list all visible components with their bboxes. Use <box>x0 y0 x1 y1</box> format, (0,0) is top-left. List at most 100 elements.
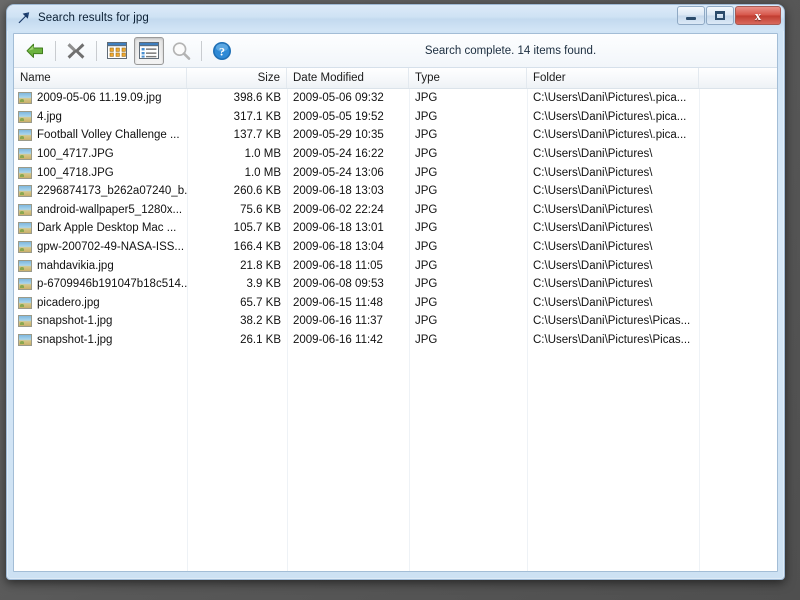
cell-folder: C:\Users\Dani\Pictures\Picas... <box>533 334 691 347</box>
cell-folder: C:\Users\Dani\Pictures\ <box>533 259 653 272</box>
file-list[interactable]: 2009-05-06 11.19.09.jpg 398.6 KB 2009-05-0… <box>14 89 777 571</box>
cell-name: 2009-05-06 11.19.09.jpg <box>14 89 187 108</box>
cell-size: 105.7 KB <box>233 222 281 235</box>
column-header-folder[interactable]: Folder <box>527 68 699 88</box>
maximize-icon <box>715 11 725 20</box>
toolbar: ? Search complete. 14 items found. <box>14 34 777 68</box>
image-thumbnail-icon <box>18 166 32 179</box>
toolbar-separator <box>55 40 56 61</box>
cell-date-modified: 2009-06-18 13:04 <box>293 241 384 254</box>
cell-type: JPG <box>415 259 438 272</box>
table-row[interactable]: 4.jpg 317.1 KB 2009-05-05 19:52 JPG C:\Users… <box>14 108 777 127</box>
table-row[interactable]: p-6709946b191047b18c514... 3.9 KB 2009-06-… <box>14 275 777 294</box>
cell-name: 2296874173_b262a07240_b... <box>14 182 187 201</box>
cell-folder: C:\Users\Dani\Pictures\ <box>533 148 653 161</box>
cell-size: 3.9 KB <box>246 278 281 291</box>
table-row[interactable]: snapshot-1.jpg 26.1 KB 2009-06-16 11:42 JPG… <box>14 331 777 350</box>
cell-extra <box>699 145 777 164</box>
table-row[interactable]: picadero.jpg 65.7 KB 2009-06-15 11:48 JPG C:… <box>14 294 777 313</box>
list-view-icon <box>139 42 159 59</box>
cell-type: JPG <box>415 185 438 198</box>
cell-folder: C:\Users\Dani\Pictures\ <box>533 241 653 254</box>
cell-date-modified: 2009-05-05 19:52 <box>293 110 384 123</box>
column-header-extra[interactable] <box>699 68 777 88</box>
stop-button[interactable] <box>61 37 91 65</box>
magnifier-search-icon <box>172 41 191 60</box>
image-thumbnail-icon <box>18 148 32 161</box>
table-row[interactable]: android-wallpaper5_1280x... 75.6 KB 2009-0… <box>14 201 777 220</box>
cell-size: 38.2 KB <box>240 315 281 328</box>
cell-date-modified: 2009-06-02 22:24 <box>293 203 384 216</box>
cell-folder: C:\Users\Dani\Pictures\Picas... <box>533 315 691 328</box>
table-row[interactable]: Dark Apple Desktop Mac ... 105.7 KB 2009-0… <box>14 219 777 238</box>
back-button[interactable] <box>20 37 50 65</box>
cell-size: 260.6 KB <box>233 185 281 198</box>
table-row[interactable]: 2009-05-06 11.19.09.jpg 398.6 KB 2009-05-0… <box>14 89 777 108</box>
file-name-label: mahdavikia.jpg <box>37 259 114 272</box>
cell-name: 100_4718.JPG <box>14 163 187 182</box>
table-row[interactable]: mahdavikia.jpg 21.8 KB 2009-06-18 11:05 JPG… <box>14 256 777 275</box>
svg-text:?: ? <box>219 44 225 58</box>
cell-date-modified: 2009-06-16 11:37 <box>293 315 383 328</box>
image-thumbnail-icon <box>18 129 32 142</box>
cell-date-modified: 2009-06-16 11:42 <box>293 334 383 347</box>
cell-folder: C:\Users\Dani\Pictures\ <box>533 278 653 291</box>
image-thumbnail-icon <box>18 222 32 235</box>
file-name-label: Dark Apple Desktop Mac ... <box>37 222 177 235</box>
search-button[interactable] <box>166 37 196 65</box>
image-thumbnail-icon <box>18 296 32 309</box>
cell-date-modified: 2009-06-18 13:03 <box>293 185 384 198</box>
table-row[interactable]: snapshot-1.jpg 38.2 KB 2009-06-16 11:37 JPG… <box>14 312 777 331</box>
cell-size: 317.1 KB <box>233 110 281 123</box>
cell-extra <box>699 89 777 108</box>
thumbnails-view-button[interactable] <box>102 37 132 65</box>
cell-name: mahdavikia.jpg <box>14 256 187 275</box>
table-row[interactable]: gpw-200702-49-NASA-ISS... 166.4 KB 2009-06… <box>14 238 777 257</box>
close-icon: x <box>754 8 762 23</box>
cell-type: JPG <box>415 296 438 309</box>
column-header-date[interactable]: Date Modified <box>287 68 409 88</box>
cell-type: JPG <box>415 334 438 347</box>
window-controls: x <box>676 6 781 26</box>
image-thumbnail-icon <box>18 259 32 272</box>
column-header-name[interactable]: Name <box>14 68 187 88</box>
cell-type: JPG <box>415 92 438 105</box>
cell-name: Dark Apple Desktop Mac ... <box>14 219 187 238</box>
table-row[interactable]: 2296874173_b262a07240_b... 260.6 KB 2009-0… <box>14 182 777 201</box>
cell-name: 4.jpg <box>14 108 187 127</box>
cell-date-modified: 2009-06-18 13:01 <box>293 222 384 235</box>
green-back-arrow-icon <box>26 43 43 58</box>
cell-folder: C:\Users\Dani\Pictures\ <box>533 166 653 179</box>
cell-type: JPG <box>415 241 438 254</box>
gray-x-stop-icon <box>67 42 85 59</box>
close-button[interactable]: x <box>735 6 781 25</box>
file-name-label: picadero.jpg <box>37 296 100 309</box>
file-name-label: Football Volley Challenge ... <box>37 129 180 142</box>
table-row[interactable]: 100_4718.JPG 1.0 MB 2009-05-24 13:06 JPG C:\… <box>14 163 777 182</box>
cell-type: JPG <box>415 203 438 216</box>
maximize-button[interactable] <box>706 6 734 25</box>
image-thumbnail-icon <box>18 334 32 347</box>
file-name-label: 2009-05-06 11.19.09.jpg <box>37 92 162 105</box>
cell-size: 21.8 KB <box>240 259 281 272</box>
help-button[interactable]: ? <box>207 37 237 65</box>
cell-type: JPG <box>415 129 438 142</box>
cell-folder: C:\Users\Dani\Pictures\ <box>533 222 653 235</box>
cell-name: Football Volley Challenge ... <box>14 126 187 145</box>
minimize-button[interactable] <box>677 6 705 25</box>
file-name-label: p-6709946b191047b18c514... <box>37 278 187 291</box>
cell-date-modified: 2009-05-24 16:22 <box>293 148 384 161</box>
table-row[interactable]: 100_4717.JPG 1.0 MB 2009-05-24 16:22 JPG C:\… <box>14 145 777 164</box>
column-header-size[interactable]: Size <box>187 68 287 88</box>
title-bar[interactable]: Search results for jpg x <box>7 5 784 31</box>
minimize-icon <box>686 16 696 20</box>
cell-date-modified: 2009-05-29 10:35 <box>293 129 384 142</box>
cell-size: 75.6 KB <box>240 203 281 216</box>
cell-type: JPG <box>415 222 438 235</box>
cell-folder: C:\Users\Dani\Pictures\ <box>533 185 653 198</box>
column-header-type[interactable]: Type <box>409 68 527 88</box>
cell-name: android-wallpaper5_1280x... <box>14 201 187 220</box>
list-view-button[interactable] <box>134 36 164 65</box>
table-row[interactable]: Football Volley Challenge ... 137.7 KB 200… <box>14 126 777 145</box>
image-thumbnail-icon <box>18 241 32 254</box>
